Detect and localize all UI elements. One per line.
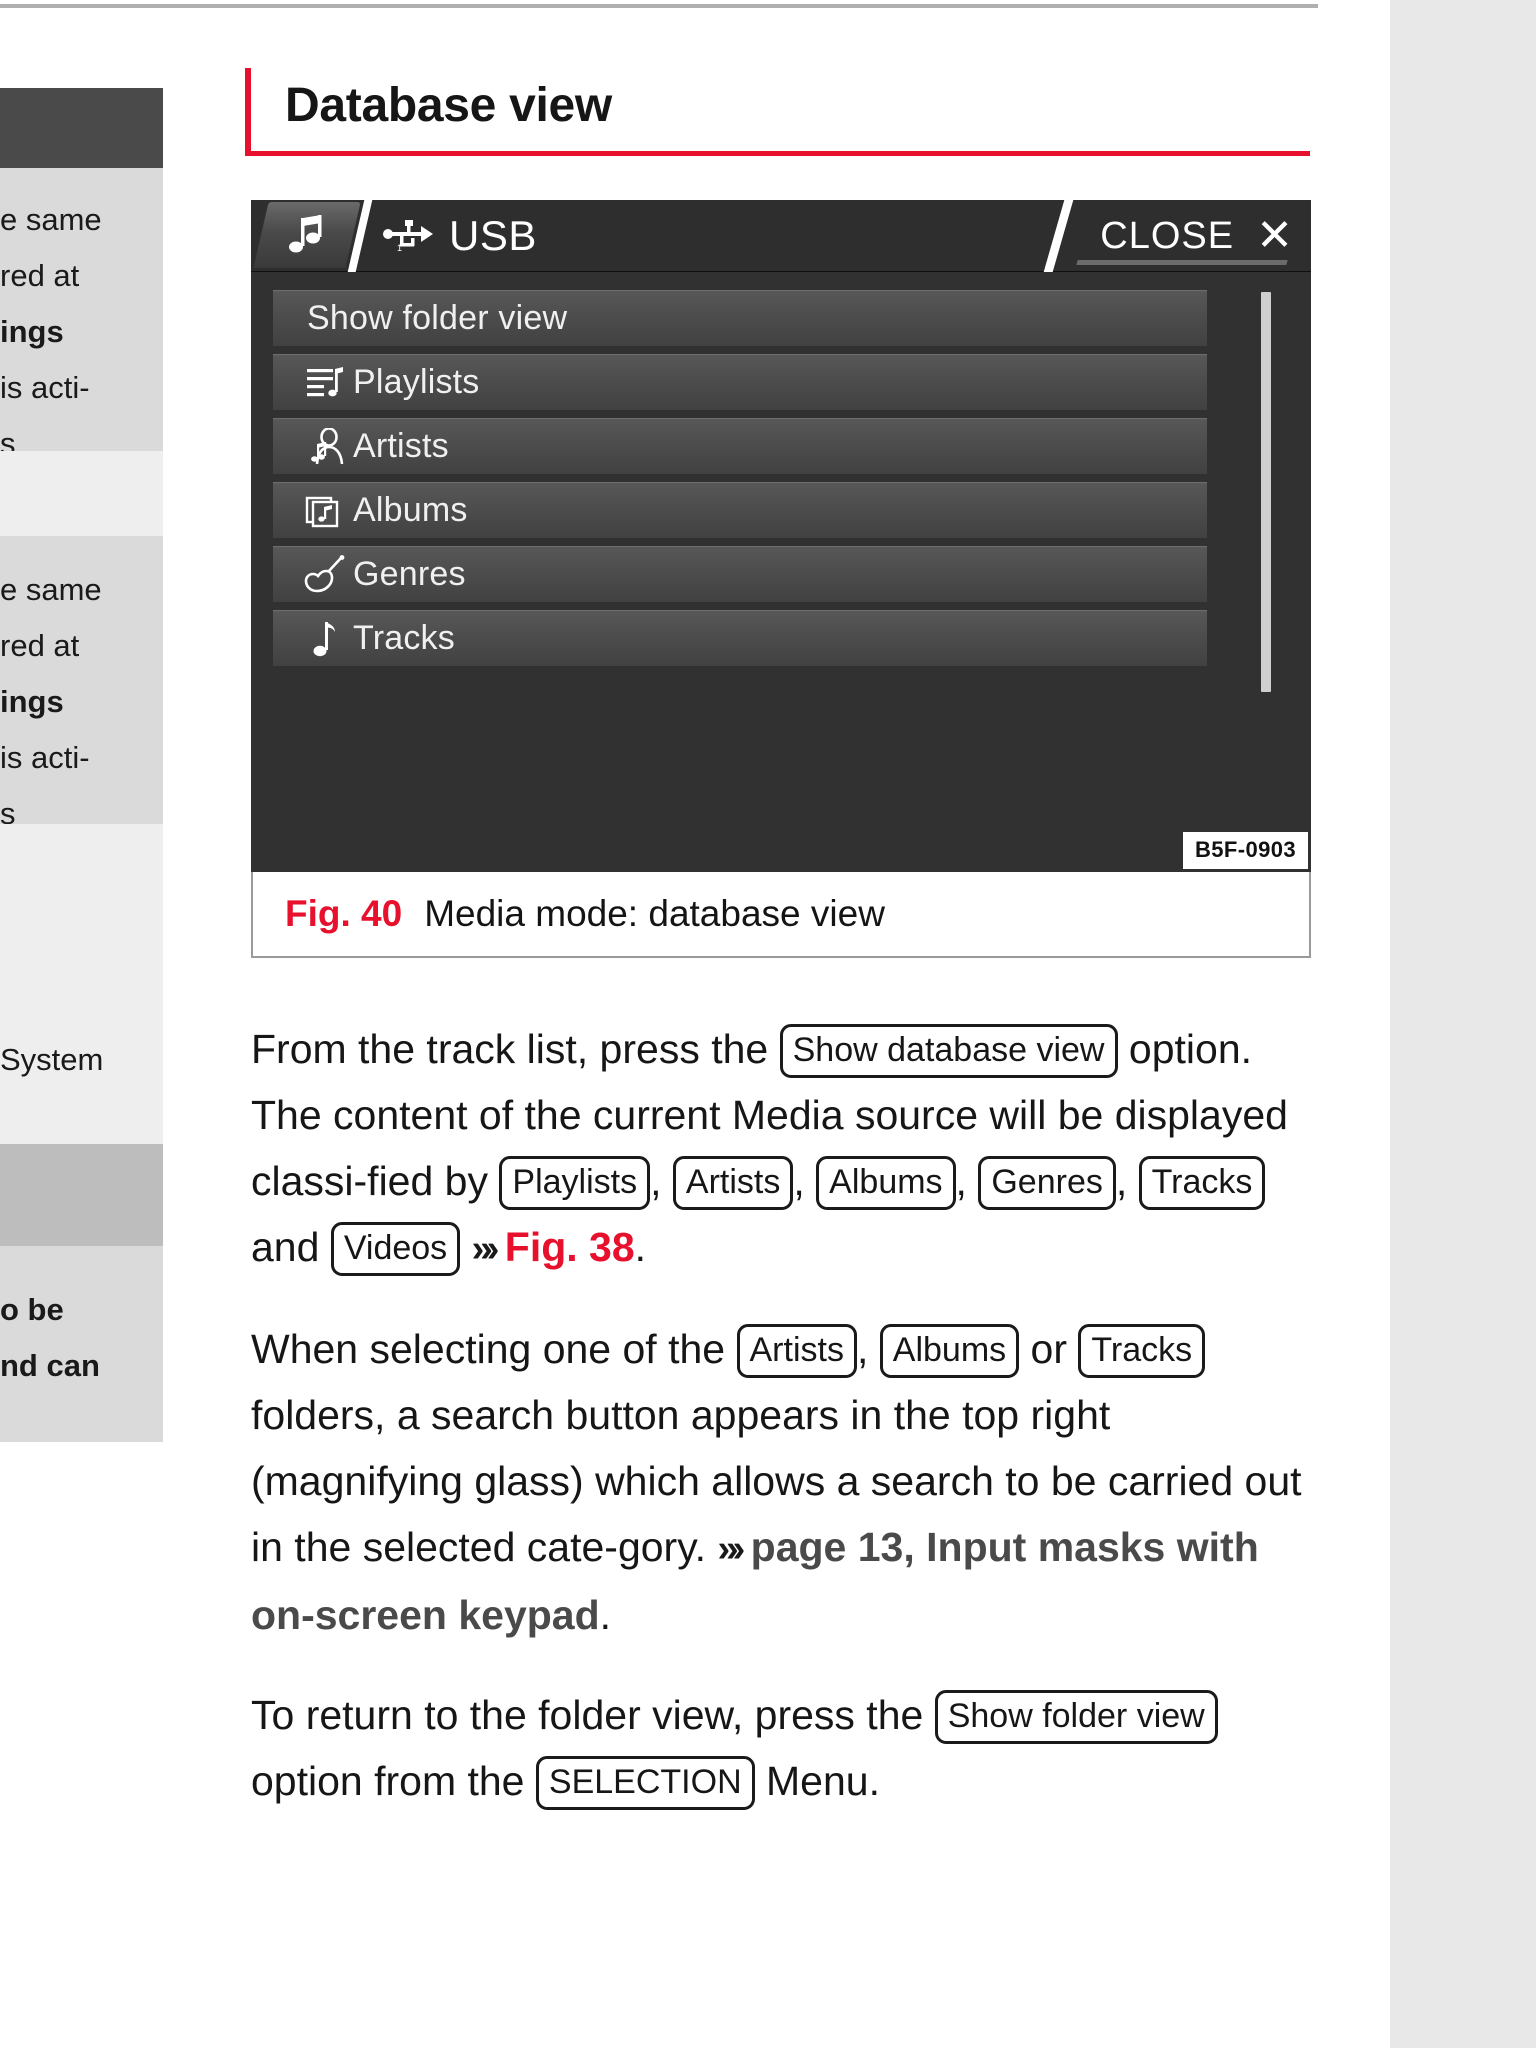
ui-ref-artists[interactable]: Artists [672,1156,794,1210]
ui-ref-tracks-2[interactable]: Tracks [1078,1324,1206,1378]
left-text-line: s [0,796,16,824]
body-text: From the track list, press the Show data… [251,1016,1316,1848]
close-x-icon: ✕ [1256,211,1293,260]
p1-sep-5: , [1115,1158,1128,1204]
source-indicator: 1 USB [383,200,537,272]
list-item-label: Albums [353,491,468,529]
ui-ref-show-database-view[interactable]: Show database view [779,1024,1118,1078]
left-text-line: ings [0,684,64,719]
figure-number: Fig. 40 [285,893,403,934]
paragraph-1: From the track list, press the Show data… [251,1016,1316,1282]
ui-ref-artists-2[interactable]: Artists [736,1324,857,1378]
list-item-label: Tracks [353,619,455,657]
manual-page: e same red at ings is acti- s e same red… [0,0,1536,2048]
ui-ref-selection[interactable]: SELECTION [535,1756,755,1810]
left-text-line: is acti- [0,370,90,405]
left-block-5 [0,1144,163,1246]
left-block-3: e same red at ings is acti- s [0,536,163,824]
p3-text-2: option from the [251,1758,525,1804]
cross-ref-arrow-icon: »› [717,1528,745,1570]
left-text-line: s [0,426,16,451]
p2-text-1: When selecting one of the [251,1326,726,1372]
right-gutter [1390,0,1536,2048]
list-item-label: Artists [353,427,449,465]
paragraph-2: When selecting one of the Artists, Album… [251,1316,1316,1648]
p2-text-2: or [1030,1326,1068,1372]
p2-end: . [599,1592,612,1638]
p1-text-3: and [251,1224,320,1270]
figure-40: 1 USB CLOSE ✕ Show folder view Playlists… [251,200,1311,958]
cross-ref-arrow-icon: »› [471,1228,500,1270]
list-item-label: Genres [353,555,466,593]
left-text-line: o be [0,1292,64,1327]
left-text-line: ings [0,314,64,349]
music-note-icon [297,619,353,659]
p1-sep-4: , [955,1158,967,1204]
source-label: USB [449,212,537,259]
left-text-line: is acti- [0,740,90,775]
list-item-genres[interactable]: Genres [273,546,1207,602]
p2-sep-1: , [856,1326,869,1372]
figure-caption: Fig. 40 Media mode: database view [251,872,1311,958]
left-block-0 [0,88,163,168]
music-note-icon [277,208,337,262]
list-scrollbar[interactable] [1261,292,1271,692]
list-item-albums[interactable]: Albums [273,482,1207,538]
ui-ref-show-folder-view[interactable]: Show folder view [934,1690,1218,1744]
list-item-label: Playlists [353,363,480,401]
ui-ref-videos[interactable]: Videos [330,1222,461,1276]
image-code: B5F-0903 [1182,832,1308,869]
artist-icon [297,427,353,466]
cross-ref-fig-38[interactable]: Fig. 38 [505,1224,635,1270]
p1-sep-2: , [650,1158,662,1204]
p3-text-1: To return to the folder view, press the [251,1692,924,1738]
svg-text:1: 1 [397,243,402,252]
device-list: Show folder view Playlists Artists Album… [251,272,1311,872]
left-text-line: nd can [0,1348,100,1383]
list-item-playlists[interactable]: Playlists [273,354,1207,410]
album-icon [297,492,353,530]
left-text-line: red at [0,628,80,663]
ui-ref-albums-2[interactable]: Albums [879,1324,1020,1378]
usb-icon: 1 [383,216,435,257]
list-item-artists[interactable]: Artists [273,418,1207,474]
left-block-1: e same red at ings is acti- s [0,168,163,451]
ui-ref-playlists[interactable]: Playlists [499,1156,651,1210]
left-block-6: o be nd can [0,1246,163,1442]
paragraph-3: To return to the folder view, press the … [251,1682,1316,1814]
playlist-icon [297,365,353,401]
ui-ref-genres[interactable]: Genres [978,1156,1116,1210]
left-text-line: red at [0,258,80,293]
device-header: 1 USB CLOSE ✕ [251,200,1311,272]
figure-caption-text: Media mode: database view [424,893,885,934]
left-block-4: System [0,824,163,1144]
list-item-show-folder-view[interactable]: Show folder view [273,290,1207,346]
close-divider-slash [1043,200,1074,272]
ui-ref-albums[interactable]: Albums [816,1156,956,1210]
left-text-line: e same [0,202,102,237]
guitar-icon [297,554,353,595]
p3-text-3: Menu. [766,1758,880,1804]
page-title-rule: Database view [245,68,1310,156]
ui-ref-tracks[interactable]: Tracks [1138,1156,1266,1210]
page-title: Database view [285,79,612,132]
list-item-tracks[interactable]: Tracks [273,610,1207,666]
p1-text-1: From the track list, press the [251,1026,769,1072]
p1-end: . [634,1224,647,1270]
left-text-line: e same [0,572,102,607]
p1-sep-3: , [793,1158,805,1204]
page-top-rule [0,4,1318,8]
list-item-label: Show folder view [307,299,568,337]
close-label: CLOSE [1100,214,1235,257]
left-column: e same red at ings is acti- s e same red… [0,0,163,2048]
infotainment-screenshot: 1 USB CLOSE ✕ Show folder view Playlists… [251,200,1311,872]
left-block-2 [0,451,163,536]
left-text-line: System [0,1042,104,1077]
close-button[interactable]: CLOSE ✕ [1100,200,1293,272]
page-title-wrap: Database view [245,68,1310,156]
